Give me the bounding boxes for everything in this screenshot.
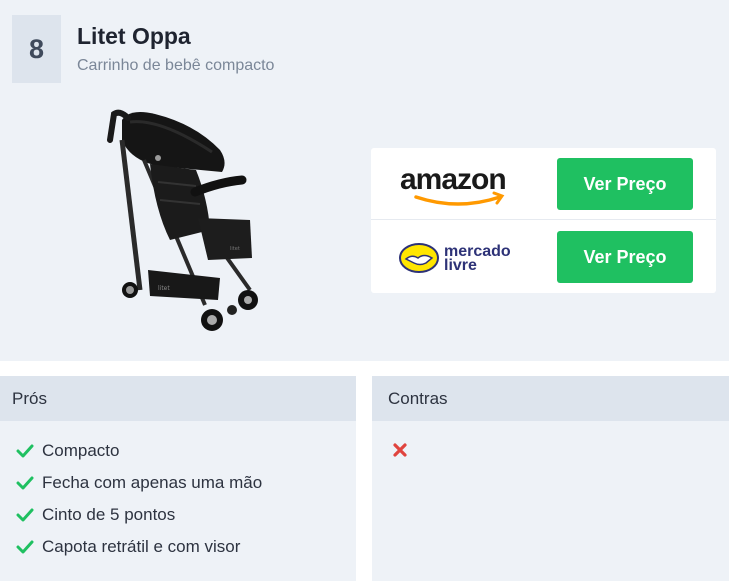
pros-item: Compacto <box>16 435 356 467</box>
mercado-livre-price-button[interactable]: Ver Preço <box>557 231 693 283</box>
product-subtitle: Carrinho de bebê compacto <box>77 57 275 74</box>
check-icon <box>16 508 34 522</box>
product-card: 8 Litet Oppa Carrinho de bebê compacto l… <box>0 0 729 361</box>
svg-text:litet: litet <box>158 285 170 292</box>
stroller-image[interactable]: litet litet <box>100 100 260 340</box>
store-row-amazon: amazon Ver Preço <box>371 148 716 220</box>
pros-header: Prós <box>0 376 356 421</box>
pros-item: Cinto de 5 pontos <box>16 499 356 531</box>
cons-header: Contras <box>372 376 729 421</box>
store-row-mercado-livre: mercado livre Ver Preço <box>371 221 716 293</box>
mercado-logo-line2: livre <box>444 257 477 274</box>
cons-panel: Contras <box>372 376 729 581</box>
amazon-price-button[interactable]: Ver Preço <box>557 158 693 210</box>
close-icon <box>393 443 407 457</box>
amazon-logo-text: amazon <box>400 163 506 196</box>
pros-item: Fecha com apenas uma mão <box>16 467 356 499</box>
pros-item-label: Capota retrátil e com visor <box>42 537 241 556</box>
check-icon <box>16 476 34 490</box>
svg-text:litet: litet <box>230 246 240 252</box>
pros-item: Capota retrátil e com visor <box>16 531 356 563</box>
pros-panel: Prós Compacto Fecha com apenas uma mão C… <box>0 376 356 581</box>
product-title[interactable]: Litet Oppa <box>77 23 191 50</box>
check-icon <box>16 444 34 458</box>
store-list: amazon Ver Preço mercado livre Ver Preço <box>371 148 716 293</box>
amazon-logo[interactable]: amazon <box>398 159 548 209</box>
pros-item-label: Fecha com apenas uma mão <box>42 473 263 492</box>
pros-list: Compacto Fecha com apenas uma mão Cinto … <box>0 421 356 563</box>
mercado-livre-logo[interactable]: mercado livre <box>398 232 548 282</box>
pros-item-label: Compacto <box>42 441 120 460</box>
check-icon <box>16 540 34 554</box>
pros-item-label: Cinto de 5 pontos <box>42 505 176 524</box>
rank-badge: 8 <box>12 15 61 83</box>
